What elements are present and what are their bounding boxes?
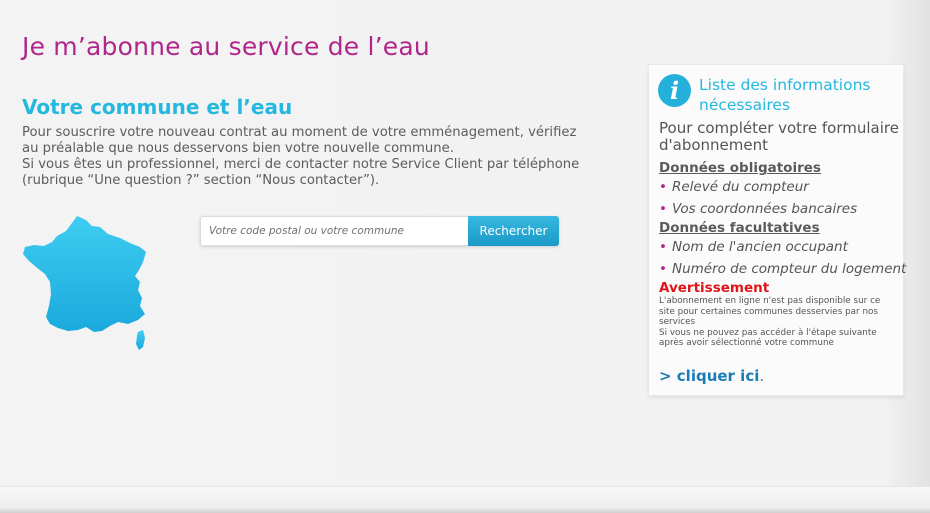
list-item: • Vos coordonnées bancaires [659, 201, 857, 217]
intro-paragraph-1: Pour souscrire votre nouveau contrat au … [22, 125, 577, 156]
click-here-label: > cliquer ici [659, 367, 760, 385]
info-panel-subtitle: Pour compléter votre formulaire d'abonne… [659, 119, 899, 154]
mandatory-item-label: Relevé du compteur [671, 179, 809, 195]
bullet-icon: • [659, 179, 667, 195]
intro-text: Pour souscrire votre nouveau contrat au … [22, 125, 582, 189]
section-title: Votre commune et l’eau [22, 95, 293, 119]
bullet-icon: • [659, 261, 667, 277]
click-here-link[interactable]: > cliquer ici. [659, 367, 764, 385]
info-icon: i [658, 74, 691, 107]
info-panel-title: Liste des informations nécessaires [699, 76, 871, 114]
footer-band [0, 486, 930, 513]
intro-paragraph-2: Si vous êtes un professionnel, merci de … [22, 157, 580, 188]
info-panel: i Liste des informations nécessaires Pou… [648, 64, 906, 396]
warning-line-2: Si vous ne pouvez pas accéder à l'étape … [659, 327, 877, 349]
search-button[interactable]: Rechercher [468, 216, 559, 246]
list-item: • Numéro de compteur du logement [659, 261, 906, 277]
commune-search-input[interactable] [200, 216, 468, 246]
optional-item-label: Numéro de compteur du logement [671, 261, 907, 277]
optional-data-heading: Données facultatives [659, 220, 820, 236]
optional-item-label: Nom de l'ancien occupant [671, 239, 848, 255]
commune-search-form: Rechercher [200, 216, 559, 246]
warning-text: L'abonnement en ligne n'est pas disponib… [659, 296, 891, 349]
list-item: • Relevé du compteur [659, 179, 809, 195]
list-item: • Nom de l'ancien occupant [659, 239, 848, 255]
page-title: Je m’abonne au service de l’eau [22, 32, 430, 61]
france-map-icon [23, 216, 146, 350]
bullet-icon: • [659, 201, 667, 217]
click-here-suffix: . [759, 367, 765, 385]
warning-line-1: L'abonnement en ligne n'est pas disponib… [659, 296, 881, 327]
mandatory-data-heading: Données obligatoires [659, 160, 821, 176]
warning-title: Avertissement [659, 280, 770, 296]
mandatory-item-label: Vos coordonnées bancaires [671, 201, 858, 217]
bullet-icon: • [659, 239, 667, 255]
page-background: Je m’abonne au service de l’eau Votre co… [0, 0, 930, 513]
